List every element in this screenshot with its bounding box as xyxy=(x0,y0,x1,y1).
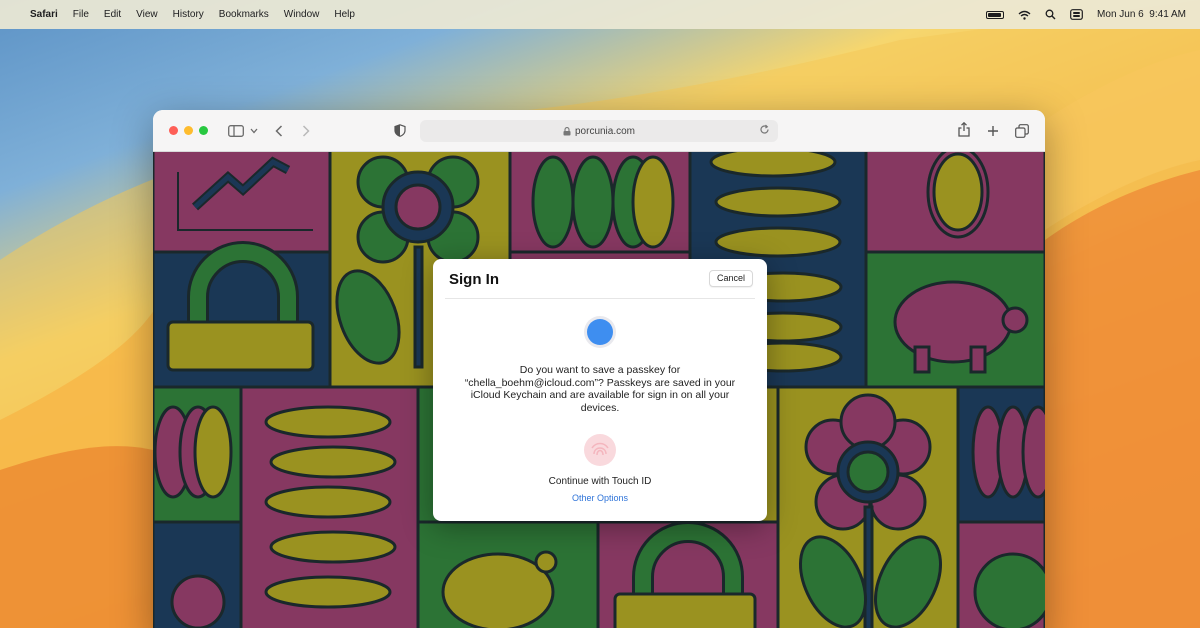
safari-window: porcunia.com Sign In Cancel Do you want … xyxy=(153,110,1045,628)
privacy-shield-icon[interactable] xyxy=(394,124,406,137)
menu-safari[interactable]: Safari xyxy=(30,9,58,20)
menu-edit[interactable]: Edit xyxy=(104,9,121,20)
zoom-button[interactable] xyxy=(199,126,208,135)
search-icon[interactable] xyxy=(1045,9,1056,20)
sidebar-icon[interactable] xyxy=(228,124,244,137)
menu-bar: Safari File Edit View History Bookmarks … xyxy=(0,0,1200,29)
share-icon[interactable] xyxy=(958,122,970,137)
browser-toolbar: porcunia.com xyxy=(153,110,1045,152)
lock-icon xyxy=(563,126,571,135)
menu-clock[interactable]: Mon Jun 6 9:41 AM xyxy=(1097,9,1186,20)
address-bar[interactable]: porcunia.com xyxy=(420,120,778,142)
menu-bookmarks[interactable]: Bookmarks xyxy=(219,9,269,20)
dialog-divider xyxy=(445,298,755,299)
close-button[interactable] xyxy=(169,126,178,135)
chevron-down-icon[interactable] xyxy=(250,128,258,134)
dialog-title: Sign In xyxy=(449,271,499,288)
safari-compass-icon xyxy=(584,316,616,348)
back-icon[interactable] xyxy=(275,124,283,137)
menu-history[interactable]: History xyxy=(173,9,204,20)
cancel-button[interactable]: Cancel xyxy=(708,270,753,287)
menu-window[interactable]: Window xyxy=(284,9,320,20)
tabs-overview-icon[interactable] xyxy=(1015,124,1029,138)
touch-id-label[interactable]: Continue with Touch ID xyxy=(433,476,767,487)
dialog-message: Do you want to save a passkey for “chell… xyxy=(464,364,736,414)
minimize-button[interactable] xyxy=(184,126,193,135)
menu-file[interactable]: File xyxy=(73,9,89,20)
battery-icon[interactable] xyxy=(986,10,1005,19)
new-tab-icon[interactable] xyxy=(987,125,999,137)
sign-in-dialog: Sign In Cancel Do you want to save a pas… xyxy=(433,259,767,521)
reload-icon[interactable] xyxy=(759,124,770,135)
touch-id-icon[interactable] xyxy=(584,434,616,466)
url-text: porcunia.com xyxy=(574,125,636,137)
wifi-icon[interactable] xyxy=(1018,10,1031,20)
window-controls xyxy=(169,126,208,135)
forward-icon[interactable] xyxy=(302,124,310,137)
menu-view[interactable]: View xyxy=(136,9,158,20)
menu-help[interactable]: Help xyxy=(334,9,355,20)
other-options-link[interactable]: Other Options xyxy=(433,493,767,503)
control-center-icon[interactable] xyxy=(1070,9,1083,20)
